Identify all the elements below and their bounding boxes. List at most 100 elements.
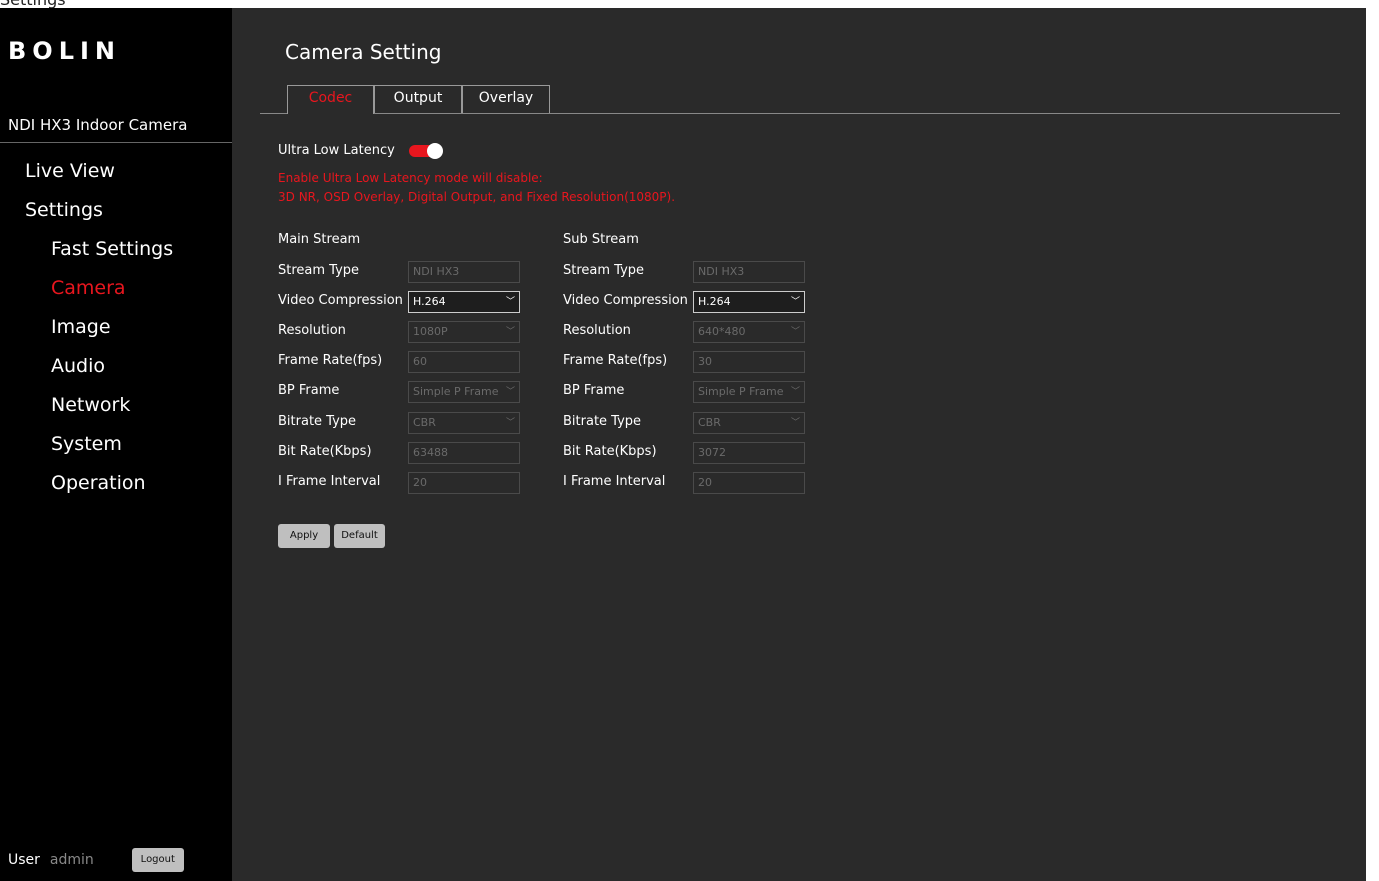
- bit-rate-label: Bit Rate(Kbps): [563, 444, 657, 459]
- sidebar-item-operation[interactable]: Operation: [0, 468, 232, 507]
- i-frame-label: I Frame Interval: [278, 474, 381, 489]
- sidebar-item-audio[interactable]: Audio: [0, 351, 232, 390]
- default-button[interactable]: Default: [334, 524, 385, 548]
- main-i-frame-row: I Frame Interval 20: [278, 472, 538, 494]
- main-bitrate-type-select: CBR ﹀: [408, 412, 520, 434]
- device-name: NDI HX3 Indoor Camera: [8, 116, 188, 134]
- sub-bp-frame-row: BP Frame Simple P Frame ﹀: [563, 381, 823, 403]
- sub-bp-frame-select: Simple P Frame ﹀: [693, 381, 805, 403]
- page-title: Camera Setting: [285, 40, 442, 64]
- bp-frame-label: BP Frame: [278, 383, 340, 398]
- main-bp-frame-row: BP Frame Simple P Frame ﹀: [278, 381, 538, 403]
- main-bitrate-type-row: Bitrate Type CBR ﹀: [278, 412, 538, 434]
- stream-type-label: Stream Type: [278, 263, 360, 278]
- frame-rate-label: Frame Rate(fps): [278, 353, 383, 368]
- sub-bit-rate-field: 3072: [693, 442, 805, 464]
- main-bp-frame-select: Simple P Frame ﹀: [408, 381, 520, 403]
- video-compression-label: Video Compression: [278, 293, 403, 308]
- main-resolution-value: 1080P: [413, 325, 448, 338]
- chevron-down-icon: ﹀: [790, 387, 800, 397]
- chevron-down-icon: ﹀: [790, 297, 800, 307]
- main-i-frame-field: 20: [408, 472, 520, 494]
- main-bit-rate-row: Bit Rate(Kbps) 63488: [278, 442, 538, 464]
- main-video-compression-select[interactable]: H.264 ﹀: [408, 291, 520, 313]
- sub-bitrate-type-row: Bitrate Type CBR ﹀: [563, 412, 823, 434]
- bit-rate-label: Bit Rate(Kbps): [278, 444, 372, 459]
- bolin-logo: BOLIN: [8, 37, 140, 68]
- chevron-down-icon: ﹀: [505, 297, 515, 307]
- sub-bitrate-type-value: CBR: [698, 416, 721, 429]
- warning-line-1: Enable Ultra Low Latency mode will disab…: [278, 171, 543, 185]
- sidebar-item-image[interactable]: Image: [0, 312, 232, 351]
- main-frame-rate-field: 60: [408, 351, 520, 373]
- toggle-knob: [426, 142, 443, 159]
- main-panel: Camera Setting Codec Output Overlay Ultr…: [232, 8, 1366, 881]
- user-name: admin: [49, 852, 94, 868]
- sidebar-item-system[interactable]: System: [0, 429, 232, 468]
- main-video-compression-row: Video Compression H.264 ﹀: [278, 291, 538, 313]
- sub-stream-type-row: Stream Type NDI HX3: [563, 261, 823, 283]
- sub-frame-rate-field: 30: [693, 351, 805, 373]
- sub-stream-type-field: NDI HX3: [693, 261, 805, 283]
- sub-bp-frame-value: Simple P Frame: [698, 385, 784, 398]
- sub-frame-rate-row: Frame Rate(fps) 30: [563, 351, 823, 373]
- sub-stream-title: Sub Stream: [563, 232, 639, 247]
- sidebar-nav: Live View Settings Fast Settings Camera …: [0, 156, 232, 507]
- sub-i-frame-field: 20: [693, 472, 805, 494]
- main-video-compression-value: H.264: [413, 295, 446, 308]
- chevron-down-icon: ﹀: [790, 327, 800, 337]
- main-bp-frame-value: Simple P Frame: [413, 385, 499, 398]
- chevron-down-icon: ﹀: [505, 387, 515, 397]
- apply-button[interactable]: Apply: [278, 524, 330, 548]
- main-stream-type-field: NDI HX3: [408, 261, 520, 283]
- bp-frame-label: BP Frame: [563, 383, 625, 398]
- sidebar-item-live-view[interactable]: Live View: [0, 156, 232, 195]
- ultra-low-latency-row: Ultra Low Latency: [278, 142, 443, 159]
- sub-bitrate-type-select: CBR ﹀: [693, 412, 805, 434]
- main-resolution-row: Resolution 1080P ﹀: [278, 321, 538, 343]
- frame-rate-label: Frame Rate(fps): [563, 353, 668, 368]
- warning-line-2: 3D NR, OSD Overlay, Digital Output, and …: [278, 190, 676, 204]
- tab-overlay[interactable]: Overlay: [462, 85, 550, 113]
- main-bitrate-type-value: CBR: [413, 416, 436, 429]
- bitrate-type-label: Bitrate Type: [563, 414, 642, 429]
- ultra-low-latency-label: Ultra Low Latency: [278, 143, 395, 158]
- sub-resolution-row: Resolution 640*480 ﹀: [563, 321, 823, 343]
- video-compression-label: Video Compression: [563, 293, 688, 308]
- sub-resolution-value: 640*480: [698, 325, 746, 338]
- sub-video-compression-row: Video Compression H.264 ﹀: [563, 291, 823, 313]
- ultra-low-latency-toggle[interactable]: [408, 142, 443, 159]
- main-stream-type-row: Stream Type NDI HX3: [278, 261, 538, 283]
- tab-codec[interactable]: Codec: [287, 85, 374, 114]
- sidebar-item-network[interactable]: Network: [0, 390, 232, 429]
- logo-text: BOLIN: [8, 38, 121, 64]
- tab-bar: Codec Output Overlay: [260, 85, 1340, 114]
- sidebar-item-settings[interactable]: Settings: [0, 195, 232, 234]
- tab-output[interactable]: Output: [374, 85, 462, 113]
- sub-video-compression-select[interactable]: H.264 ﹀: [693, 291, 805, 313]
- resolution-label: Resolution: [563, 323, 631, 338]
- sub-video-compression-value: H.264: [698, 295, 731, 308]
- bitrate-type-label: Bitrate Type: [278, 414, 357, 429]
- resolution-label: Resolution: [278, 323, 346, 338]
- sub-bit-rate-row: Bit Rate(Kbps) 3072: [563, 442, 823, 464]
- user-bar: User admin Logout: [8, 847, 184, 873]
- main-bit-rate-field: 63488: [408, 442, 520, 464]
- sub-resolution-select: 640*480 ﹀: [693, 321, 805, 343]
- app-window: BOLIN NDI HX3 Indoor Camera Live View Se…: [0, 8, 1366, 881]
- main-frame-rate-row: Frame Rate(fps) 60: [278, 351, 538, 373]
- main-resolution-select: 1080P ﹀: [408, 321, 520, 343]
- sidebar-item-fast-settings[interactable]: Fast Settings: [0, 234, 232, 273]
- sidebar: BOLIN NDI HX3 Indoor Camera Live View Se…: [0, 8, 232, 881]
- user-label: User: [8, 852, 40, 868]
- chevron-down-icon: ﹀: [505, 327, 515, 337]
- chevron-down-icon: ﹀: [790, 418, 800, 428]
- logout-button[interactable]: Logout: [131, 848, 184, 872]
- sub-i-frame-row: I Frame Interval 20: [563, 472, 823, 494]
- stream-type-label: Stream Type: [563, 263, 645, 278]
- main-stream-title: Main Stream: [278, 232, 361, 247]
- sidebar-item-camera[interactable]: Camera: [0, 273, 232, 312]
- chevron-down-icon: ﹀: [505, 418, 515, 428]
- sidebar-divider: [0, 142, 232, 143]
- i-frame-label: I Frame Interval: [563, 474, 666, 489]
